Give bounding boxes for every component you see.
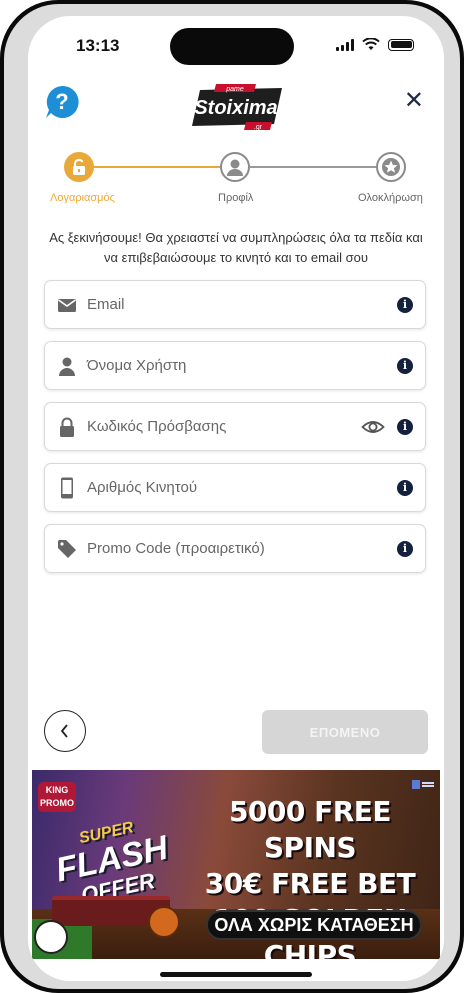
step-connector-completed [84,166,234,168]
battery-icon [388,38,414,51]
step-complete-circle [376,152,406,182]
back-button[interactable] [44,710,86,752]
info-icon[interactable]: i [397,297,413,313]
logo-main-text: Stoixima [194,97,277,119]
status-time: 13:13 [76,36,120,55]
step-label-account: Λογαριασμός [50,192,115,204]
phone-frame: 13:13 ? pame Stoixima .gr ✕ Λογαριασμός … [0,0,464,993]
email-placeholder: Email [87,296,125,313]
email-icon [57,295,77,315]
promo-code-field[interactable]: Promo Code (προαιρετικό) i [44,524,426,573]
step-connector-pending [250,166,380,168]
badge-line-2: PROMO [39,798,74,808]
stoiximа-logo: pame Stoixima .gr [192,84,282,131]
phone-bezel: 13:13 ? pame Stoixima .gr ✕ Λογαριασμός … [4,4,460,989]
home-indicator[interactable] [160,972,312,977]
mobile-placeholder: Αριθμός Κινητού [87,479,198,496]
step-label-complete: Ολοκλήρωση [358,192,423,204]
basketball-icon [148,906,180,938]
info-icon[interactable]: i [397,358,413,374]
registration-stepper: Λογαριασμός Προφίλ Ολοκλήρωση [28,150,444,220]
promo-banner[interactable]: KING PROMO SUPER FLASH OFFER 5000 FREE S… [32,770,440,959]
next-button[interactable]: ΕΠΟΜΕΝΟ [262,710,428,754]
regulator-logo [412,780,434,793]
soccer-ball-icon [34,920,68,954]
lock-icon [57,417,77,437]
info-icon[interactable]: i [397,419,413,435]
king-promo-badge: KING PROMO [38,782,76,812]
step-account-circle [64,152,94,182]
help-icon[interactable]: ? [44,84,80,120]
dynamic-island [170,28,294,65]
password-placeholder: Κωδικός Πρόσβασης [87,418,227,435]
step-label-profile: Προφίλ [218,192,254,204]
help-symbol: ? [55,89,68,114]
status-icons [336,38,414,51]
intro-text: Ας ξεκινήσουμε! Θα χρειαστεί να συμπληρώ… [49,230,423,265]
eye-icon[interactable] [361,418,385,436]
username-field[interactable]: Όνομα Χρήστη i [44,341,426,390]
promo-no-deposit-pill: ΟΛΑ ΧΩΡΙΣ ΚΑΤΑΘΕΣΗ [206,910,422,940]
info-icon[interactable]: i [397,541,413,557]
star-icon [382,158,400,176]
chevron-left-icon [60,724,68,738]
password-field[interactable]: Κωδικός Πρόσβασης i [44,402,426,451]
user-icon [57,356,77,376]
promo-line-free-spins: 5000 FREE SPINS [228,795,392,864]
email-field[interactable]: Email i [44,280,426,329]
logo-sub-text: .gr [254,124,263,131]
badge-line-1: KING [45,785,69,795]
logo-top-text: pame [225,86,244,93]
mobile-field[interactable]: Αριθμός Κινητού i [44,463,426,512]
wifi-icon [362,38,380,50]
step-profile-circle [220,152,250,182]
app-screen: 13:13 ? pame Stoixima .gr ✕ Λογαριασμός … [28,16,444,981]
signal-icon [336,38,354,51]
promo-line-free-bet: 30€ FREE BET [204,867,416,900]
username-placeholder: Όνομα Χρήστη [87,357,187,374]
user-icon [227,159,243,176]
close-icon[interactable]: ✕ [404,86,424,115]
phone-icon [57,477,77,499]
promo-code-placeholder: Promo Code (προαιρετικό) [87,540,265,557]
tag-icon [57,539,77,559]
lock-icon [73,158,85,175]
info-icon[interactable]: i [397,480,413,496]
